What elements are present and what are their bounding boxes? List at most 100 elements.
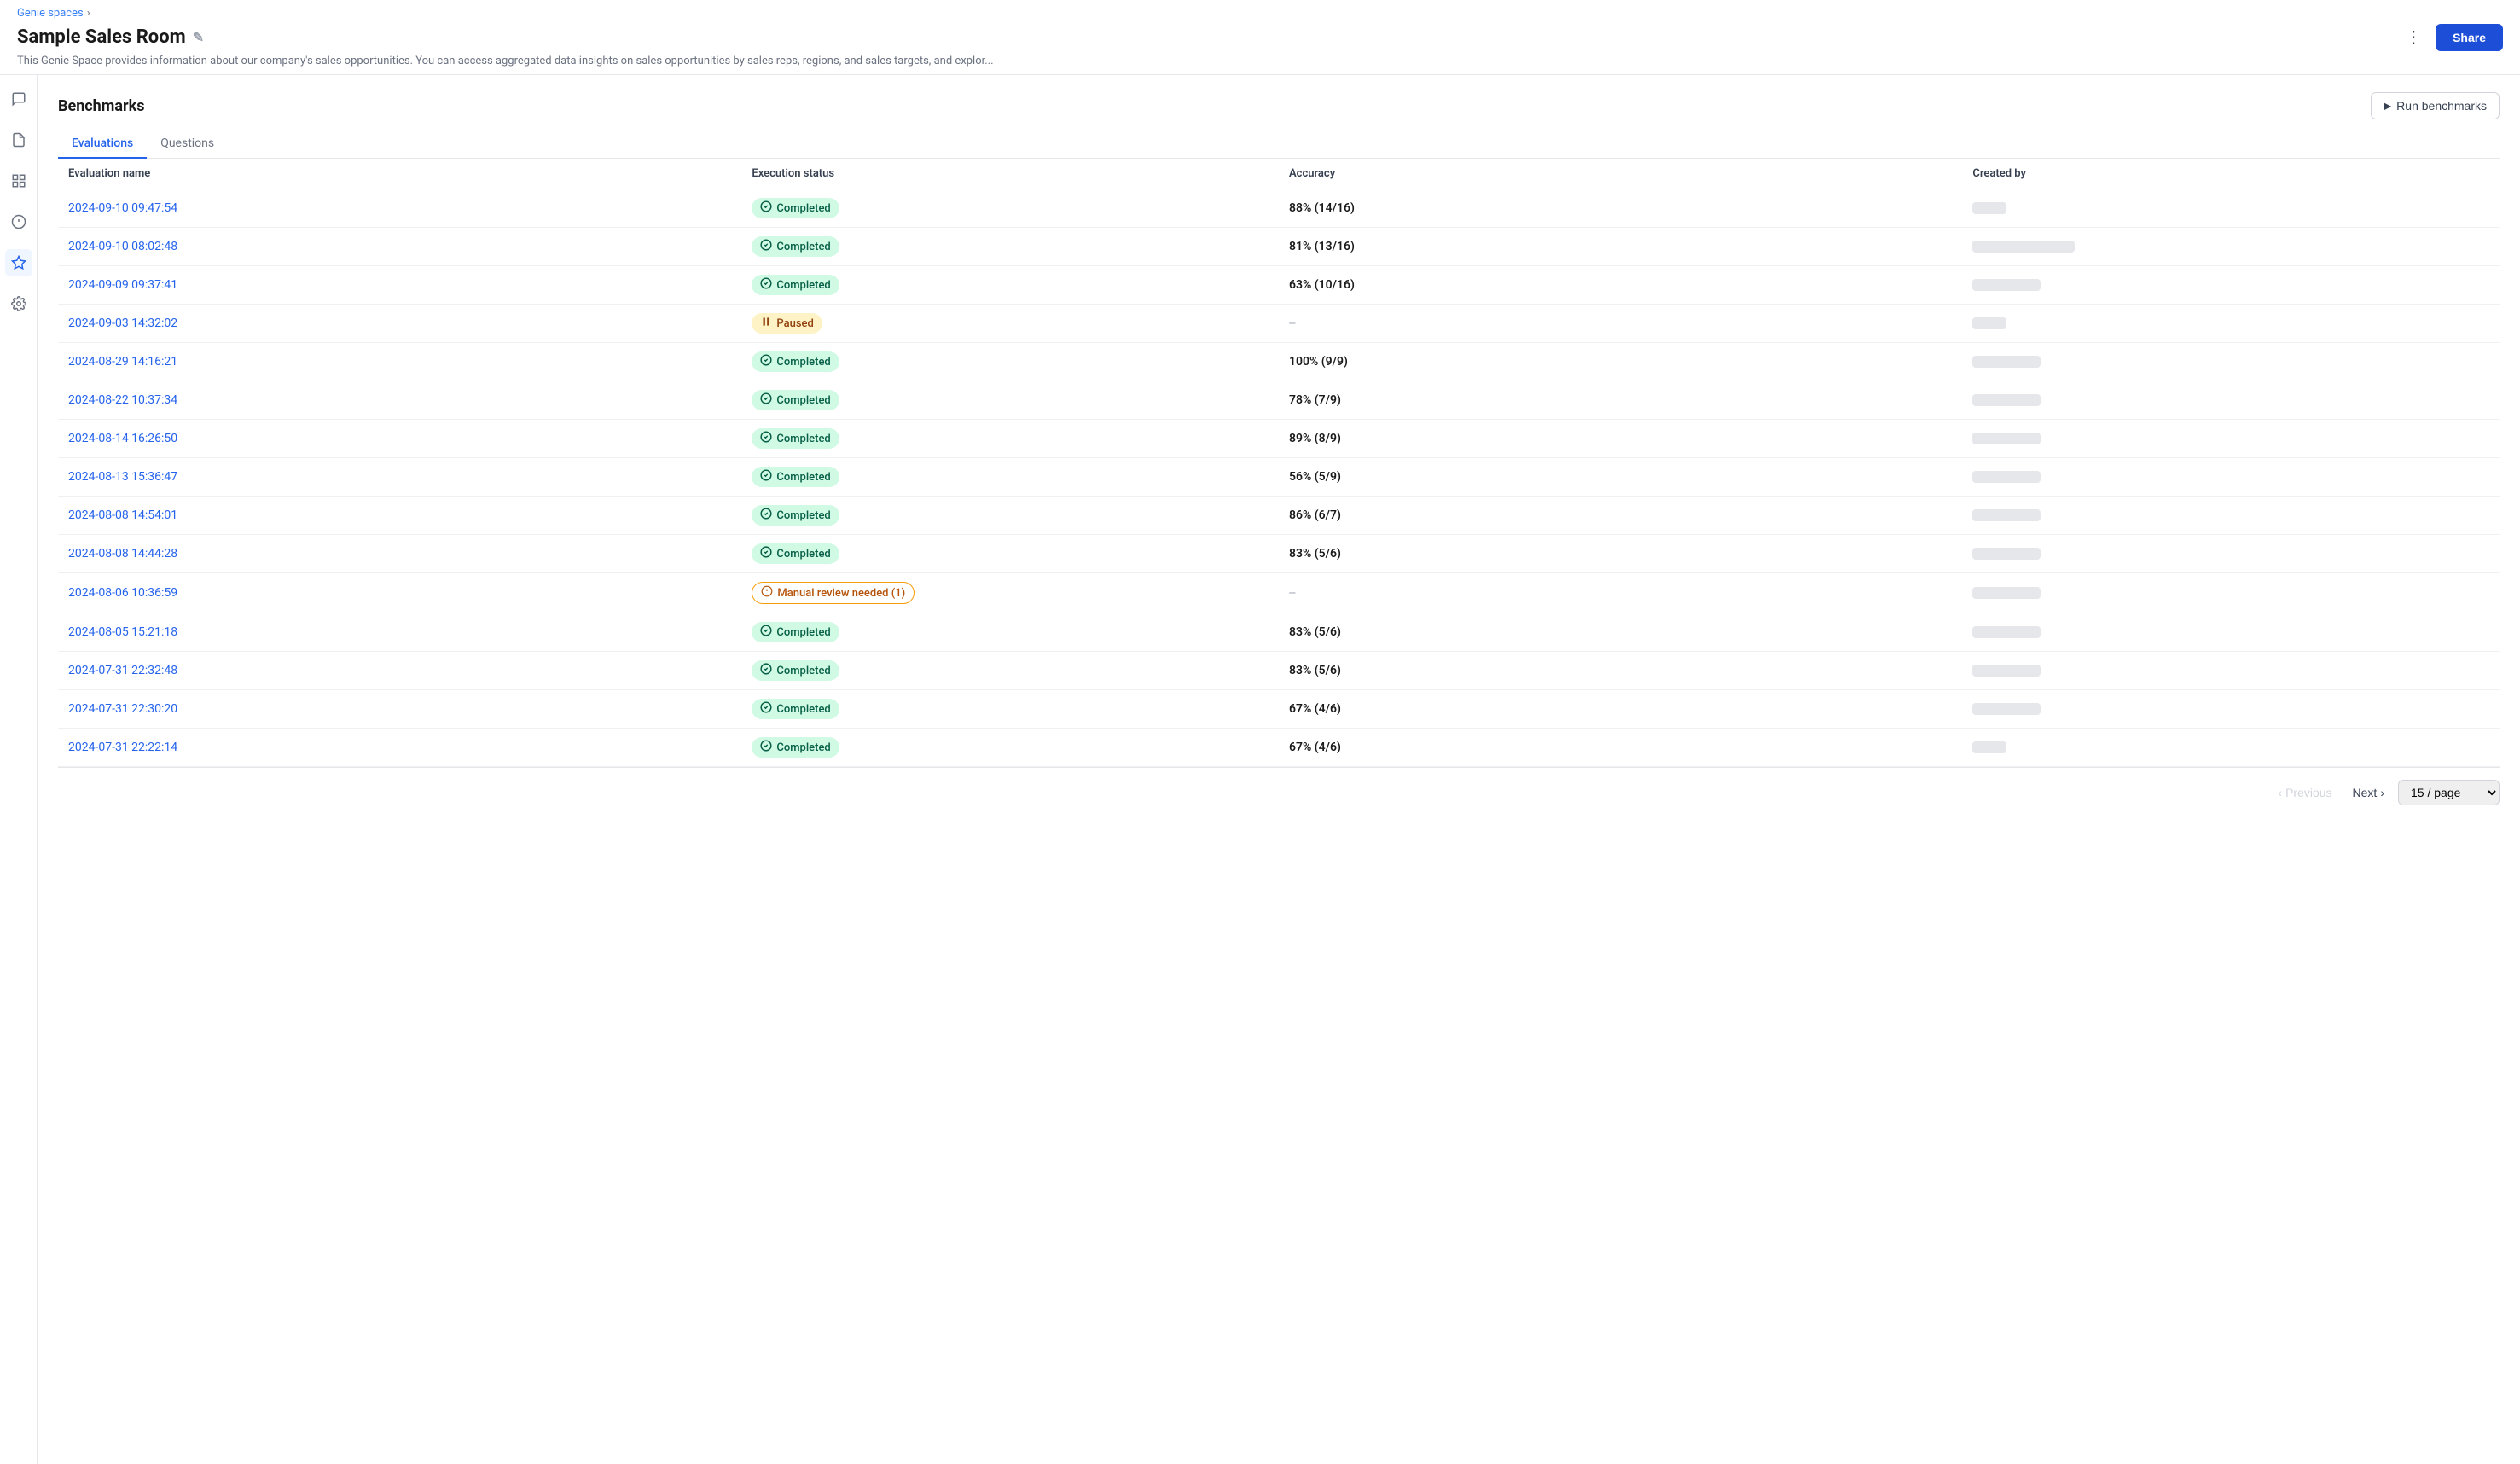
created-by-cell [1962, 228, 2500, 266]
created-by-blurred [1972, 626, 2041, 638]
eval-link[interactable]: 2024-07-31 22:32:48 [68, 664, 177, 677]
created-by-blurred [1972, 665, 2041, 677]
eval-link[interactable]: 2024-08-08 14:54:01 [68, 508, 177, 522]
accuracy-cell: 81% (13/16) [1279, 228, 1962, 266]
eval-link[interactable]: 2024-08-22 10:37:34 [68, 393, 177, 407]
status-badge: Completed [752, 699, 839, 719]
accuracy-cell: 78% (7/9) [1279, 381, 1962, 420]
created-by-cell [1962, 497, 2500, 535]
created-by-blurred [1972, 548, 2041, 560]
sidebar-document-icon[interactable] [5, 126, 32, 154]
pagination: ‹ Previous Next › 15 / page 25 / page 50… [58, 767, 2500, 805]
col-header-name: Evaluation name [58, 159, 741, 189]
page-title-row: Sample Sales Room ✎ ⋮ Share [17, 23, 2503, 51]
status-icon [760, 546, 772, 561]
accuracy-value: 67% (4/6) [1289, 741, 1341, 754]
sidebar-chat-icon[interactable] [5, 85, 32, 113]
run-benchmarks-button[interactable]: ▶ Run benchmarks [2371, 92, 2500, 119]
status-icon [760, 625, 772, 640]
status-badge: Completed [752, 660, 839, 681]
share-button[interactable]: Share [2436, 24, 2503, 51]
table-row: 2024-09-03 14:32:02Paused-- [58, 305, 2500, 343]
sidebar-grid-icon[interactable] [5, 167, 32, 195]
sidebar-settings-icon[interactable] [5, 290, 32, 317]
accuracy-value: 81% (13/16) [1289, 240, 1355, 253]
created-by-cell [1962, 189, 2500, 228]
status-label: Completed [776, 356, 830, 369]
created-by-blurred [1972, 433, 2041, 444]
more-button[interactable]: ⋮ [2398, 23, 2429, 51]
chevron-left-icon: ‹ [2278, 786, 2282, 799]
eval-link[interactable]: 2024-09-10 08:02:48 [68, 240, 177, 253]
accuracy-value: 89% (8/9) [1289, 432, 1341, 445]
status-icon [760, 354, 772, 369]
previous-button[interactable]: ‹ Previous [2271, 782, 2338, 803]
created-by-blurred [1972, 509, 2041, 521]
created-by-blurred [1972, 202, 2006, 214]
status-icon [760, 469, 772, 485]
eval-link[interactable]: 2024-07-31 22:30:20 [68, 702, 177, 716]
table-row: 2024-07-31 22:22:14 Completed 67% (4/6) [58, 729, 2500, 767]
created-by-blurred [1972, 587, 2041, 599]
status-icon [761, 585, 773, 601]
page-size-select[interactable]: 15 / page 25 / page 50 / page [2398, 780, 2500, 805]
tab-evaluations[interactable]: Evaluations [58, 130, 147, 159]
accuracy-cell: 83% (5/6) [1279, 652, 1962, 690]
status-icon [760, 701, 772, 717]
status-badge: Completed [752, 737, 839, 758]
created-by-cell [1962, 420, 2500, 458]
accuracy-na: -- [1289, 586, 1296, 600]
status-label: Completed [776, 202, 830, 215]
previous-label: Previous [2285, 786, 2331, 799]
created-by-cell [1962, 613, 2500, 652]
top-header: Genie spaces › Sample Sales Room ✎ ⋮ Sha… [0, 0, 2520, 75]
eval-link[interactable]: 2024-07-31 22:22:14 [68, 741, 177, 754]
table-row: 2024-09-09 09:37:41Completed63% (10/16) [58, 266, 2500, 305]
created-by-blurred [1972, 741, 2006, 753]
accuracy-value: 78% (7/9) [1289, 393, 1341, 407]
status-badge: Manual review needed (1) [752, 582, 915, 604]
status-label: Completed [776, 703, 830, 716]
eval-link[interactable]: 2024-09-10 09:47:54 [68, 201, 177, 215]
table-row: 2024-09-10 09:47:54Completed88% (14/16) [58, 189, 2500, 228]
eval-link[interactable]: 2024-08-06 10:36:59 [68, 586, 177, 600]
tab-questions[interactable]: Questions [147, 130, 228, 159]
eval-link[interactable]: 2024-08-13 15:36:47 [68, 470, 177, 484]
page-description: This Genie Space provides information ab… [17, 55, 2503, 74]
table-row: 2024-08-08 14:44:28 Completed 83% (5/6) [58, 535, 2500, 573]
accuracy-value: 83% (5/6) [1289, 625, 1341, 639]
status-label: Completed [776, 548, 830, 561]
status-badge: Completed [752, 351, 839, 372]
status-label: Completed [776, 741, 830, 754]
accuracy-cell: -- [1279, 573, 1962, 613]
accuracy-cell: 83% (5/6) [1279, 535, 1962, 573]
status-icon [760, 392, 772, 408]
eval-link[interactable]: 2024-08-14 16:26:50 [68, 432, 177, 445]
eval-link[interactable]: 2024-08-29 14:16:21 [68, 355, 177, 369]
table-row: 2024-08-13 15:36:47Completed56% (5/9) [58, 458, 2500, 497]
eval-link[interactable]: 2024-09-09 09:37:41 [68, 278, 177, 292]
accuracy-cell: 67% (4/6) [1279, 729, 1962, 767]
created-by-blurred [1972, 356, 2041, 368]
status-label: Completed [776, 665, 830, 677]
sidebar-benchmark-icon[interactable] [5, 249, 32, 276]
accuracy-na: -- [1289, 317, 1296, 330]
created-by-cell [1962, 729, 2500, 767]
chevron-right-icon: › [2380, 786, 2384, 799]
created-by-blurred [1972, 279, 2041, 291]
eval-link[interactable]: 2024-09-03 14:32:02 [68, 317, 177, 330]
edit-icon[interactable]: ✎ [193, 29, 204, 45]
app-container: Genie spaces › Sample Sales Room ✎ ⋮ Sha… [0, 0, 2520, 1464]
status-icon [760, 740, 772, 755]
col-header-status: Execution status [741, 159, 1279, 189]
status-badge: Completed [752, 390, 839, 410]
status-label: Completed [776, 509, 830, 522]
eval-link[interactable]: 2024-08-08 14:44:28 [68, 547, 177, 561]
status-icon [760, 508, 772, 523]
next-button[interactable]: Next › [2346, 782, 2391, 803]
accuracy-value: 67% (4/6) [1289, 702, 1341, 716]
col-header-created: Created by [1962, 159, 2500, 189]
sidebar-alert-icon[interactable] [5, 208, 32, 235]
breadcrumb[interactable]: Genie spaces › [17, 7, 2503, 20]
eval-link[interactable]: 2024-08-05 15:21:18 [68, 625, 177, 639]
